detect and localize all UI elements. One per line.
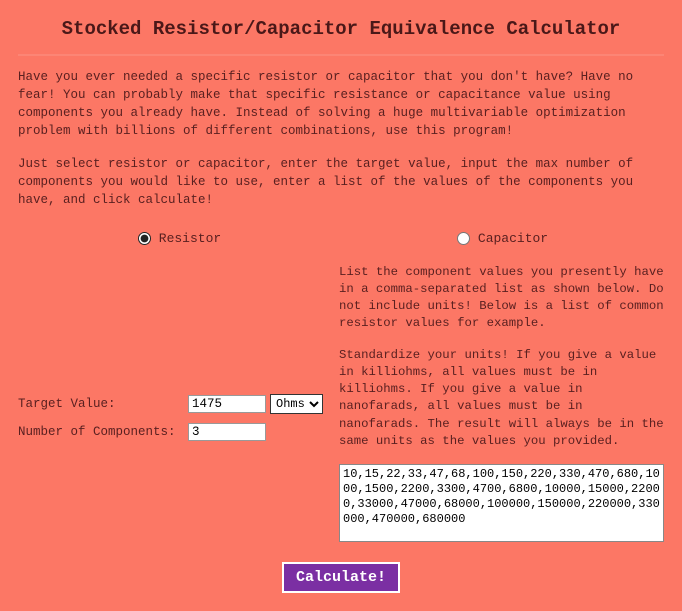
- resistor-radio[interactable]: [138, 232, 151, 245]
- intro-paragraph-1: Have you ever needed a specific resistor…: [18, 68, 664, 141]
- component-type-radios: Resistor Capacitor: [18, 231, 664, 246]
- page-title: Stocked Resistor/Capacitor Equivalence C…: [18, 18, 664, 40]
- capacitor-radio[interactable]: [457, 232, 470, 245]
- divider: [18, 54, 664, 56]
- target-value-label: Target Value:: [18, 397, 188, 411]
- intro-paragraph-2: Just select resistor or capacitor, enter…: [18, 155, 664, 209]
- values-help-2: Standardize your units! If you give a va…: [339, 347, 664, 450]
- component-values-textarea[interactable]: [339, 464, 664, 542]
- capacitor-radio-label: Capacitor: [478, 231, 548, 246]
- resistor-radio-label: Resistor: [159, 231, 221, 246]
- values-help-1: List the component values you presently …: [339, 264, 664, 333]
- num-components-label: Number of Components:: [18, 425, 188, 439]
- unit-select[interactable]: Ohms: [270, 394, 323, 414]
- target-value-input[interactable]: [188, 395, 266, 413]
- num-components-input[interactable]: [188, 423, 266, 441]
- calculate-button[interactable]: Calculate!: [282, 562, 400, 593]
